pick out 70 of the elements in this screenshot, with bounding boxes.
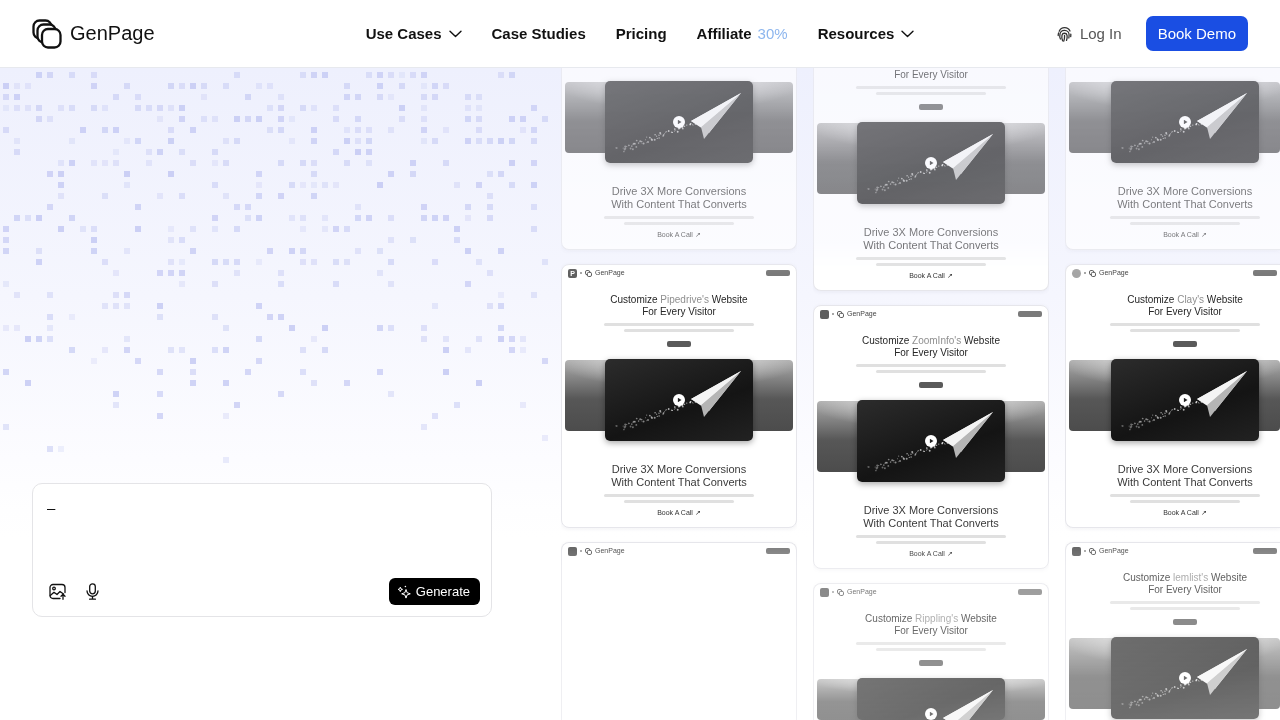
card-title: For Every Visitor xyxy=(893,69,969,81)
microphone-icon xyxy=(85,583,99,600)
genpage-logo-icon xyxy=(1089,269,1096,277)
card-title: Customize Rippling's Website For Every Visitor xyxy=(864,613,998,637)
genpage-logo-icon xyxy=(585,547,592,555)
prompt-field[interactable]: – xyxy=(47,498,480,578)
cta-pill xyxy=(667,341,691,347)
card-headline: Drive 3X More Conversions With Content That Converts xyxy=(862,504,1000,530)
chevron-down-icon xyxy=(901,29,915,38)
login-link[interactable]: Log In xyxy=(1056,25,1122,42)
cta-pill xyxy=(1253,548,1277,554)
separator-dot-icon xyxy=(832,313,834,315)
nav-link[interactable]: Affiliate 30% xyxy=(696,25,788,42)
cta-pill xyxy=(1173,341,1197,347)
cta-pill xyxy=(919,382,943,388)
paper-plane-drawing xyxy=(1197,649,1247,695)
play-icon xyxy=(1179,116,1191,128)
genpage-logo-icon xyxy=(585,269,592,277)
card-title: Customize Clay's Website For Every Visitor xyxy=(1126,294,1244,318)
card-headline: Drive 3X More Conversions With Content That Converts xyxy=(1116,185,1254,211)
genpage-logo-icon xyxy=(1089,547,1096,555)
separator-dot-icon xyxy=(580,550,582,552)
nav-link[interactable]: Case Studies xyxy=(491,25,586,42)
play-icon xyxy=(925,708,937,720)
separator-dot-icon xyxy=(1084,550,1086,552)
card-title: Customize Pipedrive's Website For Every Visitor xyxy=(609,294,749,318)
cta-pill xyxy=(1018,311,1042,317)
cta-pill xyxy=(766,548,790,554)
card-title: Customize lemlist's Website For Every Visitor xyxy=(1122,572,1248,596)
nav-menu-button[interactable]: Resources xyxy=(817,25,915,42)
card-headline: Drive 3X More Conversions With Content That Converts xyxy=(610,463,748,489)
paper-plane-drawing xyxy=(1197,93,1247,139)
paper-plane-drawing xyxy=(943,412,993,458)
play-icon xyxy=(1179,394,1191,406)
play-icon xyxy=(925,157,937,169)
fingerprint-icon xyxy=(1056,25,1072,42)
separator-dot-icon xyxy=(580,272,582,274)
paper-plane-drawing xyxy=(943,690,993,720)
play-icon xyxy=(673,116,685,128)
separator-dot-icon xyxy=(832,591,834,593)
brand-link[interactable]: GenPage xyxy=(32,18,155,49)
card-title: Customize ZoomInfo's Website For Every Visitor xyxy=(861,335,1001,359)
generate-button[interactable]: Generate xyxy=(388,578,480,605)
image-upload-icon xyxy=(48,583,66,600)
separator-dot-icon xyxy=(1084,272,1086,274)
nav-link[interactable]: Pricing xyxy=(615,25,667,42)
card-headline: Drive 3X More Conversions With Content That Converts xyxy=(1116,463,1254,489)
cta-pill xyxy=(1018,589,1042,595)
cta-pill xyxy=(919,104,943,110)
play-icon xyxy=(1179,672,1191,684)
genpage-logo-icon xyxy=(32,18,62,49)
book-demo-button[interactable]: Book Demo xyxy=(1145,16,1248,51)
genpage-logo-icon xyxy=(837,588,844,596)
paper-plane-drawing xyxy=(1197,371,1247,417)
paper-plane-drawing xyxy=(691,93,741,139)
card-headline: Drive 3X More Conversions With Content That Converts xyxy=(610,185,748,211)
play-icon xyxy=(925,435,937,447)
card-headline: Drive 3X More Conversions With Content That Converts xyxy=(862,226,1000,252)
sparkle-icon xyxy=(396,584,411,599)
image-upload-button[interactable] xyxy=(47,581,67,602)
genpage-logo-icon xyxy=(837,310,844,318)
chevron-down-icon xyxy=(448,29,462,38)
cta-pill xyxy=(1173,619,1197,625)
paper-plane-drawing xyxy=(943,134,993,180)
nav-menu-button[interactable]: Use Cases xyxy=(365,25,462,42)
cta-pill xyxy=(1253,270,1277,276)
paper-plane-drawing xyxy=(691,371,741,417)
cta-pill xyxy=(919,660,943,666)
play-icon xyxy=(673,394,685,406)
cta-pill xyxy=(766,270,790,276)
